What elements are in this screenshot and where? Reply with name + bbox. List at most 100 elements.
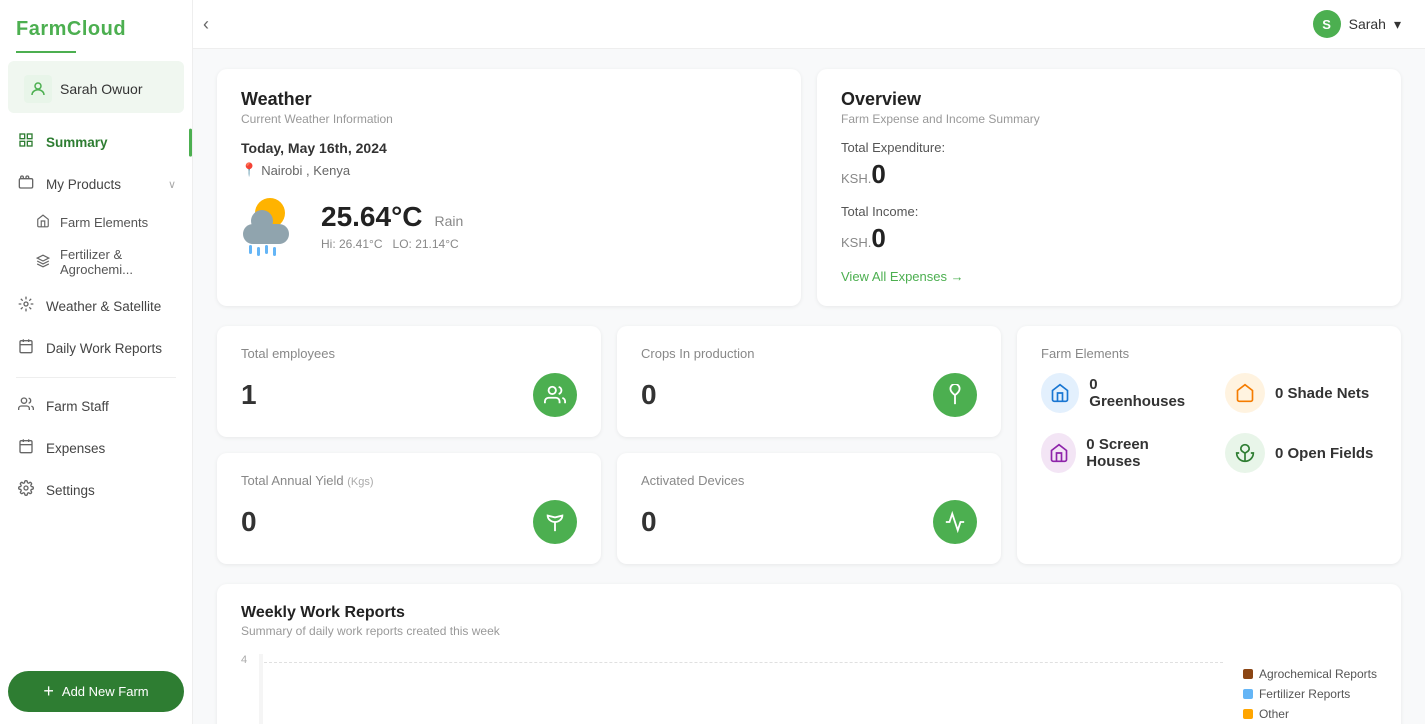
other-legend-label: Other: [1259, 707, 1289, 721]
weather-title: Weather: [241, 89, 777, 110]
total-employees-value: 1: [241, 379, 257, 411]
sidebar-user-icon: [24, 75, 52, 103]
weather-card: Weather Current Weather Information Toda…: [217, 69, 801, 306]
greenhouses-label: Greenhouses: [1089, 393, 1185, 410]
activated-devices-value: 0: [641, 506, 657, 538]
chart-axis: [259, 654, 263, 724]
other-legend-dot: [1243, 709, 1253, 719]
chevron-down-icon: ∨: [168, 178, 176, 191]
fe-item-open-fields: 0 Open Fields: [1225, 433, 1377, 473]
total-employees-card: Total employees 1: [217, 326, 601, 437]
weather-range: Hi: 26.41°C LO: 21.14°C: [321, 237, 463, 251]
sidebar-bottom: + Add New Farm: [0, 659, 192, 724]
greenhouses-count: 0 Greenhouses: [1089, 376, 1193, 410]
chart-y-label: 4: [241, 654, 247, 666]
daily-work-reports-icon: [16, 338, 36, 359]
sidebar-nav: Summary My Products ∨ Farm Elements Fert…: [0, 117, 192, 659]
logo-f: F: [16, 18, 29, 40]
weather-temp-area: 25.64°C Rain Hi: 26.41°C LO: 21.14°C: [321, 201, 463, 251]
fertilizer-legend-label: Fertilizer Reports: [1259, 687, 1350, 701]
settings-icon: [16, 480, 36, 501]
greenhouses-icon: [1041, 373, 1079, 413]
stat-row: 0: [241, 500, 577, 544]
yield-button[interactable]: [533, 500, 577, 544]
sidebar-item-expenses[interactable]: Expenses: [0, 428, 192, 469]
weekly-work-reports-card: Weekly Work Reports Summary of daily wor…: [217, 584, 1401, 724]
sidebar-item-farm-staff[interactable]: Farm Staff: [0, 386, 192, 427]
chart-legend: Agrochemical Reports Fertilizer Reports …: [1243, 654, 1377, 724]
top-row: Weather Current Weather Information Toda…: [217, 69, 1401, 306]
weather-main: 25.64°C Rain Hi: 26.41°C LO: 21.14°C: [241, 194, 777, 258]
open-fields-text: 0 Open Fields: [1275, 445, 1373, 462]
sidebar-item-my-products[interactable]: My Products ∨: [0, 164, 192, 205]
income-currency: KSH.: [841, 235, 871, 250]
sidebar-collapse-button[interactable]: ‹: [203, 14, 209, 35]
stat-row: 0: [641, 373, 977, 417]
summary-icon: [16, 132, 36, 153]
view-all-expenses-link[interactable]: View All Expenses →: [841, 269, 964, 284]
weather-hi: Hi: 26.41°C: [321, 237, 383, 251]
logo-underline: [16, 51, 76, 53]
crops-in-production-value: 0: [641, 379, 657, 411]
dashboard: Weather Current Weather Information Toda…: [193, 49, 1425, 724]
sidebar-item-label: Farm Staff: [46, 399, 109, 414]
sidebar-item-label: Expenses: [46, 441, 105, 456]
overview-card: Overview Farm Expense and Income Summary…: [817, 69, 1401, 306]
sidebar-item-farm-elements[interactable]: Farm Elements: [0, 206, 192, 239]
overview-subtitle: Farm Expense and Income Summary: [841, 112, 1377, 126]
legend-item-fertilizer: Fertilizer Reports: [1243, 687, 1377, 701]
chart-bars-area: 4: [241, 654, 1223, 724]
chart-area: 4 Agrochemical Reports Fertiliz: [241, 654, 1377, 724]
topbar-user[interactable]: S Sarah ▾: [1313, 10, 1401, 38]
sidebar-item-label: Daily Work Reports: [46, 341, 162, 356]
total-employees-label: Total employees: [241, 346, 577, 361]
avatar: S: [1313, 10, 1341, 38]
income-value: 0: [871, 223, 885, 253]
devices-button[interactable]: [933, 500, 977, 544]
sidebar-item-daily-work-reports[interactable]: Daily Work Reports: [0, 328, 192, 369]
crops-in-production-card: Crops In production 0: [617, 326, 1001, 437]
collapse-icon: ‹: [203, 14, 209, 34]
topbar-user-name: Sarah: [1349, 16, 1386, 32]
weather-subtitle: Current Weather Information: [241, 112, 777, 126]
fertilizer-legend-dot: [1243, 689, 1253, 699]
total-expenditure-label: Total Expenditure:: [841, 140, 1377, 155]
farm-elements-header-label: Farm Elements: [1041, 346, 1377, 361]
weather-location: 📍 Nairobi , Kenya: [241, 162, 777, 178]
annual-yield-label: Total Annual Yield (Kgs): [241, 473, 577, 488]
employees-button[interactable]: [533, 373, 577, 417]
sidebar-item-weather-satellite[interactable]: Weather & Satellite: [0, 286, 192, 327]
weekly-reports-subtitle: Summary of daily work reports created th…: [241, 624, 1377, 638]
weather-temperature: 25.64°C: [321, 201, 423, 233]
shade-nets-count: 0 Shade Nets: [1275, 385, 1369, 402]
expenses-icon: [16, 438, 36, 459]
open-fields-count: 0 Open Fields: [1275, 445, 1373, 462]
crops-button[interactable]: [933, 373, 977, 417]
total-income-amount: KSH.0: [841, 223, 1377, 254]
crops-in-production-label: Crops In production: [641, 346, 977, 361]
add-icon: +: [43, 681, 54, 702]
sidebar-item-settings[interactable]: Settings: [0, 470, 192, 511]
weather-lo: LO: 21.14°C: [393, 237, 459, 251]
weather-condition: Rain: [435, 213, 464, 229]
expenditure-value: 0: [871, 159, 885, 189]
sidebar-user[interactable]: Sarah Owuor: [8, 61, 184, 113]
add-new-farm-button[interactable]: + Add New Farm: [8, 671, 184, 712]
sidebar-user-name: Sarah Owuor: [60, 81, 142, 97]
weather-icon: [241, 194, 305, 258]
sidebar: FarmCloud Sarah Owuor Summary My Product…: [0, 0, 193, 724]
sidebar-item-label: Settings: [46, 483, 95, 498]
sidebar-item-fertilizer[interactable]: Fertilizer & Agrochemi...: [0, 239, 192, 285]
fe-item-screen-houses: 0 Screen Houses: [1041, 433, 1193, 473]
expenditure-currency: KSH.: [841, 171, 871, 186]
sidebar-subitem-label: Fertilizer & Agrochemi...: [60, 247, 176, 277]
overview-title: Overview: [841, 89, 1377, 110]
location-pin-icon: 📍: [241, 162, 257, 178]
yield-unit: (Kgs): [347, 476, 373, 488]
annual-yield-value: 0: [241, 506, 257, 538]
farm-elements-grid: 0 Greenhouses 0 Shade Nets: [1041, 373, 1377, 473]
screen-houses-count: 0 Screen Houses: [1086, 436, 1193, 470]
sidebar-item-summary[interactable]: Summary: [0, 122, 192, 163]
fertilizer-icon: [36, 254, 50, 271]
stats-and-farm-elements: Total employees 1 Crops In production 0: [217, 326, 1401, 564]
